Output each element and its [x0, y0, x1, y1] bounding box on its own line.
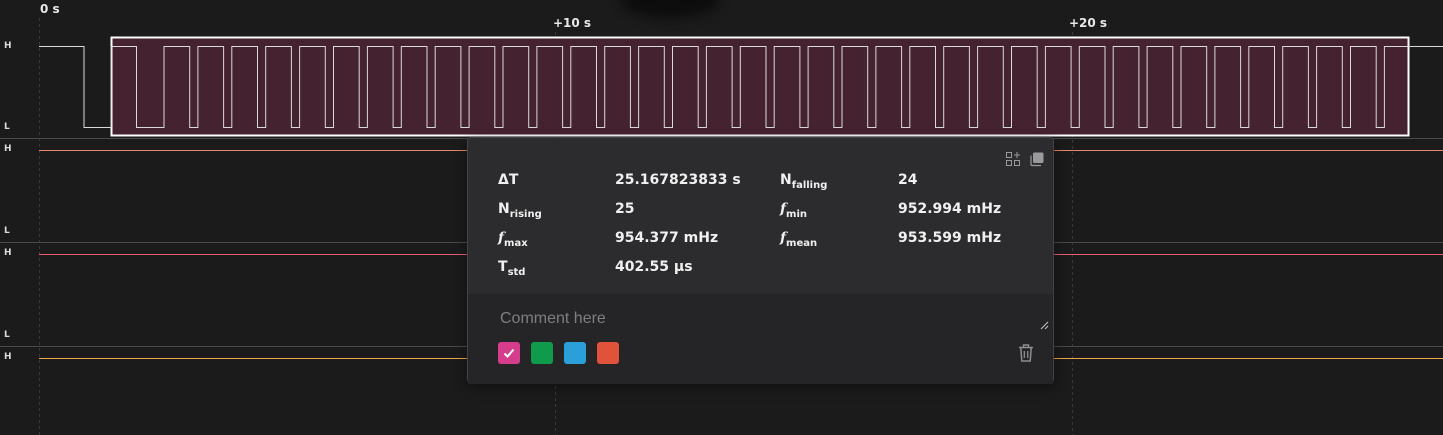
- color-swatch-green[interactable]: [531, 342, 553, 364]
- check-icon: [503, 348, 515, 358]
- stat-n-falling-value: 24: [898, 172, 918, 188]
- stat-n-rising-label: Nrising: [498, 201, 542, 220]
- stat-f-mean-label: fmean: [780, 230, 818, 249]
- channel-2-high-label: H: [4, 144, 12, 154]
- stat-f-min-value: 952.994 mHz: [898, 201, 1002, 217]
- color-swatch-pink[interactable]: [498, 342, 520, 364]
- channel-4-high-label: H: [4, 352, 12, 362]
- stat-t-std-value: 402.55 µs: [615, 259, 693, 275]
- stat-delta-t-label: ΔT: [498, 172, 519, 188]
- channel-3-low-label: L: [4, 330, 10, 340]
- color-swatch-blue[interactable]: [564, 342, 586, 364]
- resize-handle-icon[interactable]: [1039, 320, 1049, 330]
- stat-t-std-label: Tstd: [498, 259, 526, 278]
- stat-delta-t-value: 25.167823833 s: [615, 172, 741, 188]
- color-swatches: [498, 342, 619, 364]
- stat-n-falling-label: Nfalling: [780, 172, 828, 191]
- measurement-popup: ΔT 25.167823833 s Nfalling 24 Nrising 25…: [467, 137, 1054, 384]
- stat-f-min-label: fmin: [780, 201, 807, 220]
- stat-n-rising-value: 25: [615, 201, 635, 217]
- comment-input[interactable]: [498, 308, 1022, 334]
- selection-region: [110, 36, 1410, 137]
- stat-f-max-label: fmax: [498, 230, 528, 249]
- trash-icon[interactable]: [1017, 343, 1035, 363]
- channel-1-low-label: L: [4, 122, 10, 132]
- stat-f-mean-value: 953.599 mHz: [898, 230, 1002, 246]
- channel-3-high-label: H: [4, 248, 12, 258]
- comment-section: [468, 293, 1053, 384]
- color-swatch-red[interactable]: [597, 342, 619, 364]
- layout-icon[interactable]: [1005, 151, 1021, 167]
- channel-2-low-label: L: [4, 226, 10, 236]
- channel-1-high-label: H: [4, 41, 12, 51]
- copy-icon[interactable]: [1029, 151, 1045, 167]
- stat-f-max-value: 954.377 mHz: [615, 230, 719, 246]
